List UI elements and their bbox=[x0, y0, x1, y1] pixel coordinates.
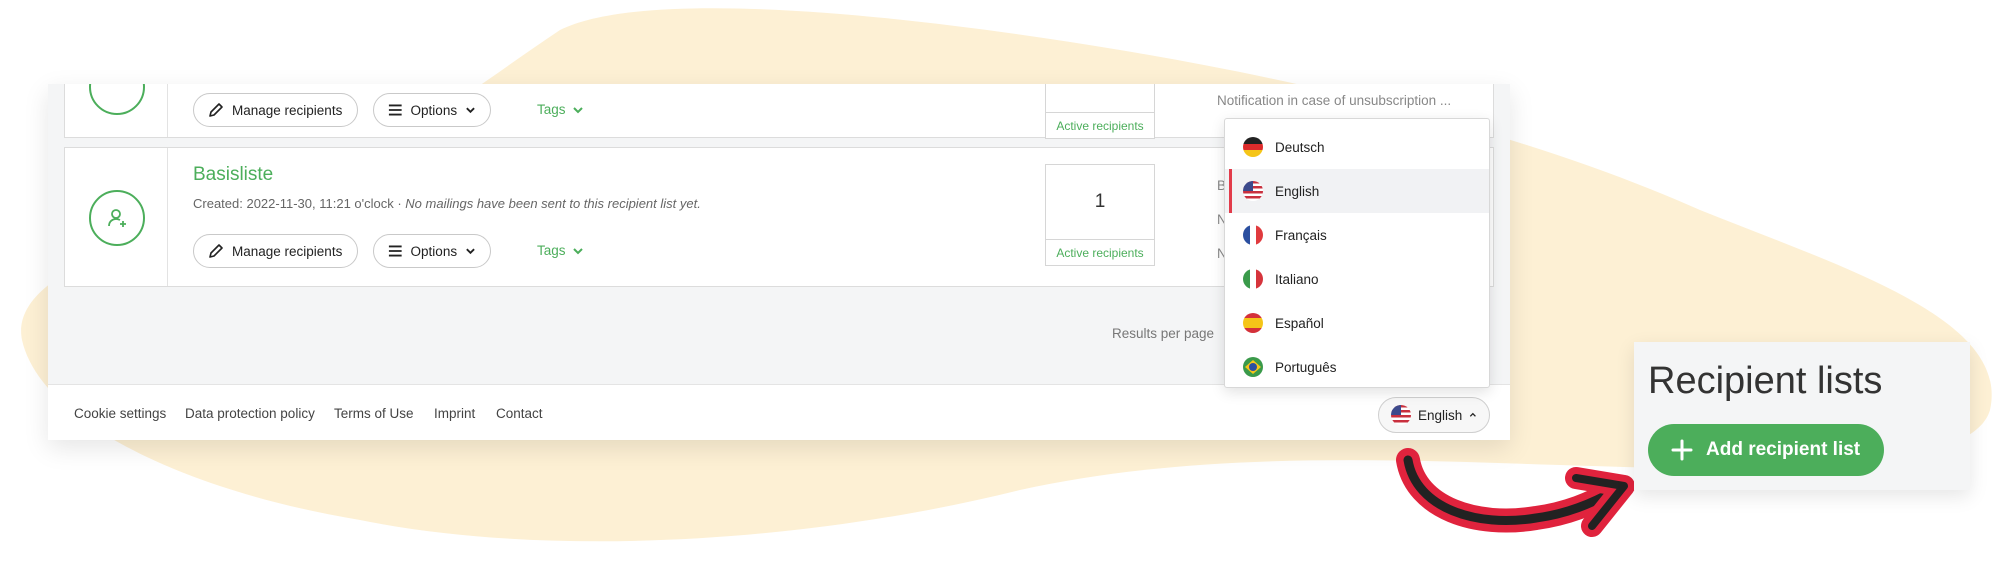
language-option-portugues[interactable]: Português bbox=[1225, 345, 1489, 389]
chevron-down-icon bbox=[466, 107, 475, 114]
options-label: Options bbox=[410, 102, 458, 118]
language-option-label: Español bbox=[1275, 315, 1324, 331]
active-recipients-count: 1 bbox=[1094, 191, 1106, 212]
language-option-label: Italiano bbox=[1275, 271, 1319, 287]
br-flag-icon bbox=[1243, 357, 1263, 377]
mailing-note: No mailings have been sent to this recip… bbox=[405, 196, 701, 211]
options-button[interactable]: Options bbox=[373, 93, 491, 127]
language-option-english[interactable]: English bbox=[1225, 169, 1489, 213]
results-per-page-label: Results per page bbox=[1112, 326, 1215, 341]
fr-flag-icon bbox=[1243, 225, 1263, 245]
footer: Cookie settings Data protection policy T… bbox=[48, 384, 1510, 440]
manage-recipients-label: Manage recipients bbox=[232, 243, 343, 259]
arrow-icon bbox=[1396, 448, 1635, 537]
active-recipients-counter: 1 Active recipients bbox=[1045, 164, 1155, 266]
add-recipient-list-button[interactable]: Add recipient list bbox=[1648, 424, 1884, 476]
active-recipients-label: Active recipients bbox=[1046, 239, 1154, 265]
list-avatar-icon bbox=[89, 84, 145, 115]
tags-toggle[interactable]: Tags bbox=[537, 243, 584, 258]
tags-label: Tags bbox=[537, 243, 566, 258]
language-option-espanol[interactable]: Español bbox=[1225, 301, 1489, 345]
footer-link-contact[interactable]: Contact bbox=[496, 406, 543, 421]
notification-setting-text: Notification in case of unsubscription .… bbox=[1217, 93, 1452, 108]
list-meta: Created: 2022-11-30, 11:21 o'clock · No … bbox=[193, 196, 701, 211]
manage-recipients-button[interactable]: Manage recipients bbox=[193, 93, 358, 127]
es-flag-icon bbox=[1243, 313, 1263, 333]
de-flag-icon bbox=[1243, 137, 1263, 157]
active-recipients-count bbox=[1046, 84, 1154, 112]
active-recipients-label: Active recipients bbox=[1046, 112, 1154, 138]
add-recipient-list-label: Add recipient list bbox=[1706, 439, 1861, 460]
recipient-lists-header-panel: Recipient lists Add recipient list bbox=[1634, 342, 1970, 490]
pencil-icon bbox=[209, 103, 223, 117]
footer-link-terms[interactable]: Terms of Use bbox=[334, 406, 414, 421]
active-recipients-counter: Active recipients bbox=[1045, 84, 1155, 139]
us-flag-icon bbox=[1391, 405, 1411, 425]
plus-icon bbox=[1671, 439, 1693, 461]
manage-recipients-button[interactable]: Manage recipients bbox=[193, 234, 358, 268]
menu-icon bbox=[388, 245, 402, 257]
menu-icon bbox=[388, 104, 402, 116]
manage-recipients-label: Manage recipients bbox=[232, 102, 343, 118]
footer-link-data-protection[interactable]: Data protection policy bbox=[185, 406, 315, 421]
card-icon-column bbox=[65, 84, 168, 137]
pencil-icon bbox=[209, 244, 223, 258]
chevron-down-icon bbox=[466, 248, 475, 255]
options-button[interactable]: Options bbox=[373, 234, 491, 268]
page-title: Recipient lists bbox=[1648, 360, 1883, 402]
tags-toggle[interactable]: Tags bbox=[537, 102, 584, 117]
options-label: Options bbox=[410, 243, 458, 259]
footer-link-imprint[interactable]: Imprint bbox=[434, 406, 475, 421]
language-option-francais[interactable]: Français bbox=[1225, 213, 1489, 257]
card-icon-column bbox=[65, 148, 168, 286]
it-flag-icon bbox=[1243, 269, 1263, 289]
footer-link-cookie-settings[interactable]: Cookie settings bbox=[74, 406, 166, 421]
language-option-deutsch[interactable]: Deutsch bbox=[1225, 125, 1489, 169]
list-title[interactable]: Basisliste bbox=[193, 164, 273, 186]
chevron-down-icon bbox=[572, 106, 583, 113]
add-user-icon bbox=[89, 190, 145, 246]
language-dropdown: Deutsch English Français Italiano Españo… bbox=[1224, 118, 1490, 388]
chevron-down-icon bbox=[572, 247, 583, 254]
tags-label: Tags bbox=[537, 102, 566, 117]
us-flag-icon bbox=[1243, 181, 1263, 201]
chevron-up-icon bbox=[1470, 412, 1477, 417]
language-selector-button[interactable]: English bbox=[1378, 397, 1490, 433]
language-selector-label: English bbox=[1418, 407, 1463, 423]
language-option-label: Deutsch bbox=[1275, 139, 1325, 155]
created-date: Created: 2022-11-30, 11:21 o'clock · bbox=[193, 196, 406, 211]
language-option-italiano[interactable]: Italiano bbox=[1225, 257, 1489, 301]
language-option-label: Français bbox=[1275, 227, 1327, 243]
language-option-label: English bbox=[1275, 183, 1320, 199]
language-option-label: Português bbox=[1275, 359, 1337, 375]
